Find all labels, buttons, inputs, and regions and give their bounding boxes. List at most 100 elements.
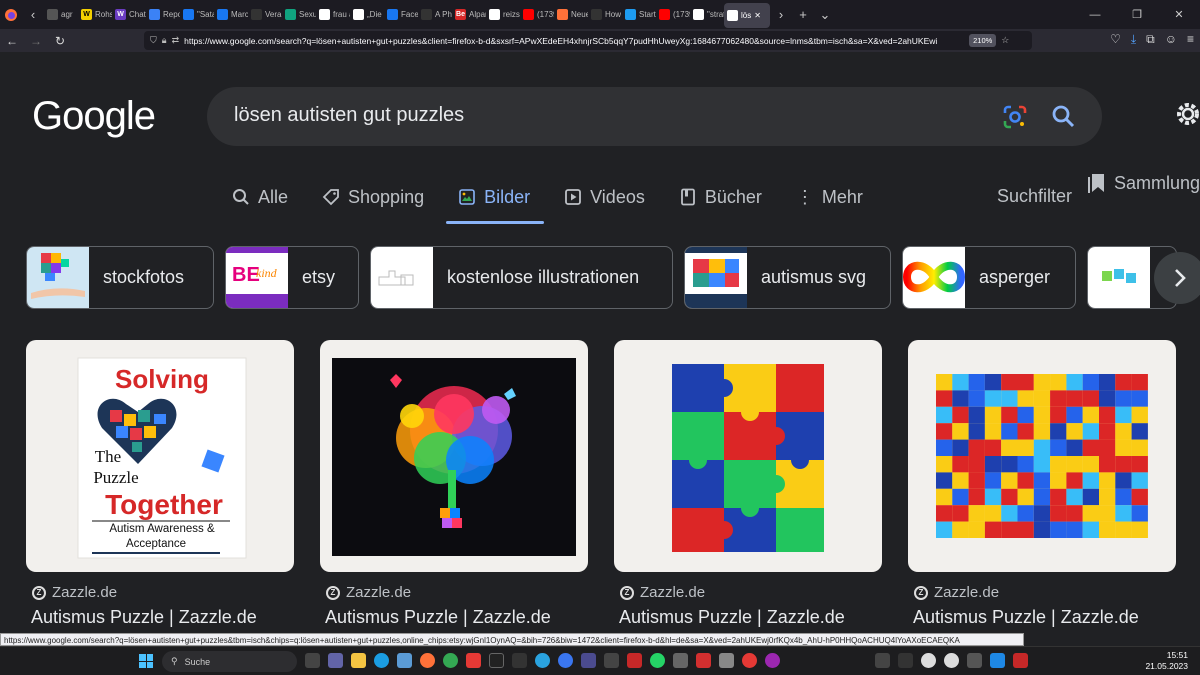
result-image[interactable] [320, 340, 588, 572]
google-lens-icon[interactable] [1002, 104, 1028, 130]
collections-button[interactable]: Sammlungen [1088, 172, 1200, 194]
maximize-button[interactable]: ❐ [1116, 0, 1158, 29]
tab-mehr[interactable]: ⋮ Mehr [796, 182, 863, 212]
firefox-icon[interactable] [0, 0, 22, 29]
browser-tab[interactable]: How t [588, 0, 622, 29]
teams-icon[interactable] [328, 653, 343, 668]
windows-start-button[interactable] [139, 654, 153, 668]
downloads-icon[interactable]: ⤓ [1131, 32, 1136, 47]
result-image[interactable] [908, 340, 1176, 572]
list-all-tabs-icon[interactable]: ⌄ [814, 0, 836, 29]
task-view-icon[interactable] [305, 653, 320, 668]
browser-tab[interactable]: Faceb [384, 0, 418, 29]
browser-tab[interactable]: Neue [554, 0, 588, 29]
browser-tab[interactable]: reizst [486, 0, 520, 29]
result-source[interactable]: Z Zazzle.de [620, 584, 882, 601]
browser-tab[interactable]: A Phe [418, 0, 452, 29]
tab-buecher[interactable]: Bücher [679, 182, 762, 212]
app-icon[interactable] [627, 653, 642, 668]
browser-tab[interactable]: Repor [146, 0, 180, 29]
store-icon[interactable] [397, 653, 412, 668]
search-icon[interactable] [1050, 103, 1076, 129]
app-icon[interactable] [875, 653, 890, 668]
reload-button[interactable]: ↻ [48, 34, 72, 48]
chip-autismus-svg[interactable]: autismus svg [684, 246, 891, 309]
app-icon[interactable] [1013, 653, 1028, 668]
pocket-icon[interactable]: ♡ [1110, 32, 1121, 47]
app-icon[interactable] [604, 653, 619, 668]
settings-gear-icon[interactable] [1174, 100, 1200, 128]
search-input[interactable]: lösen autisten gut puzzles [234, 104, 464, 127]
image-result[interactable]: Z Zazzle.de Autismus Puzzle | Zazzle.de [908, 340, 1176, 628]
image-result[interactable]: Z Zazzle.de Autismus Puzzle | Zazzle.de [320, 340, 588, 628]
tab-shopping[interactable]: Shopping [322, 182, 424, 212]
tab-alle[interactable]: Alle [232, 182, 288, 212]
app-icon[interactable] [581, 653, 596, 668]
whatsapp-icon[interactable] [650, 653, 665, 668]
account-icon[interactable]: ☺ [1165, 32, 1177, 47]
chip-kostenlose-illustrationen[interactable]: kostenlose illustrationen [370, 246, 673, 309]
browser-tab[interactable]: Be Alpar [452, 0, 486, 29]
firefox-icon[interactable] [420, 653, 435, 668]
url-bar[interactable]: ⛉ 🔒︎ ⇄ https://www.google.com/search?q=l… [144, 31, 1032, 50]
result-image[interactable] [614, 340, 882, 572]
permissions-icon[interactable]: ⇄ [172, 35, 180, 46]
browser-tab[interactable]: agr [44, 0, 78, 29]
close-tab-icon[interactable]: ✕ [754, 11, 761, 20]
result-image[interactable]: Solving The Puzzle Together Autism Aware… [26, 340, 294, 572]
app-icon[interactable] [742, 653, 757, 668]
browser-tab[interactable]: "Sata [180, 0, 214, 29]
result-title[interactable]: Autismus Puzzle | Zazzle.de [325, 607, 588, 628]
browser-tab[interactable]: WRohst [78, 0, 112, 29]
browser-tab[interactable]: Starts [622, 0, 656, 29]
linux-icon[interactable] [944, 653, 959, 668]
zoom-indicator[interactable]: 210% [969, 34, 997, 47]
browser-tab[interactable]: lös ✕ [724, 3, 770, 28]
browser-tab[interactable]: Vera I [248, 0, 282, 29]
new-tab-button[interactable]: + [792, 0, 814, 29]
taskbar-search[interactable]: ⚲ Suche [162, 651, 297, 672]
result-source[interactable]: Z Zazzle.de [326, 584, 588, 601]
image-result[interactable]: Z Zazzle.de Autismus Puzzle | Zazzle.de [614, 340, 882, 628]
result-source[interactable]: Z Zazzle.de [32, 584, 294, 601]
browser-tab[interactable]: "strat [690, 0, 724, 29]
browser-tab[interactable]: frau a [316, 0, 350, 29]
app-icon[interactable] [512, 653, 527, 668]
extensions-icon[interactable]: ⧉ [1146, 32, 1155, 47]
browser-tab[interactable]: (1739 [656, 0, 690, 29]
lock-icon[interactable]: 🔒︎ [162, 35, 167, 46]
url-text[interactable]: https://www.google.com/search?q=lösen+au… [184, 36, 964, 46]
forward-button[interactable]: → [24, 34, 48, 48]
taskbar-clock[interactable]: 15:51 21.05.2023 [1145, 650, 1188, 672]
telegram-icon[interactable] [535, 653, 550, 668]
close-window-button[interactable]: ✕ [1158, 0, 1200, 29]
app-icon[interactable] [990, 653, 1005, 668]
chip-asperger[interactable]: asperger [902, 246, 1076, 309]
app-icon[interactable] [696, 653, 711, 668]
shield-icon[interactable]: ⛉ [150, 35, 157, 46]
browser-tab[interactable]: Marc [214, 0, 248, 29]
result-title[interactable]: Autismus Puzzle | Zazzle.de [31, 607, 294, 628]
browser-tab[interactable]: WChatb [112, 0, 146, 29]
image-result[interactable]: Solving The Puzzle Together Autism Aware… [26, 340, 294, 628]
terminal-icon[interactable] [898, 653, 913, 668]
search-filter-button[interactable]: Suchfilter [997, 186, 1072, 207]
tab-scroll-left-icon[interactable]: ‹ [22, 0, 44, 29]
chrome-icon[interactable] [443, 653, 458, 668]
signal-icon[interactable] [558, 653, 573, 668]
app-icon[interactable] [466, 653, 481, 668]
linux-icon[interactable] [921, 653, 936, 668]
result-title[interactable]: Autismus Puzzle | Zazzle.de [619, 607, 882, 628]
chips-next-button[interactable] [1154, 252, 1200, 304]
edge-icon[interactable] [374, 653, 389, 668]
result-source[interactable]: Z Zazzle.de [914, 584, 1176, 601]
back-button[interactable]: ← [0, 34, 24, 48]
google-logo[interactable]: Google [32, 94, 156, 139]
app-icon[interactable] [765, 653, 780, 668]
tab-videos[interactable]: Videos [564, 182, 645, 212]
chip-stockfotos[interactable]: stockfotos [26, 246, 214, 309]
app-icon[interactable] [967, 653, 982, 668]
result-title[interactable]: Autismus Puzzle | Zazzle.de [913, 607, 1176, 628]
file-explorer-icon[interactable] [351, 653, 366, 668]
browser-tab[interactable]: Sexua [282, 0, 316, 29]
